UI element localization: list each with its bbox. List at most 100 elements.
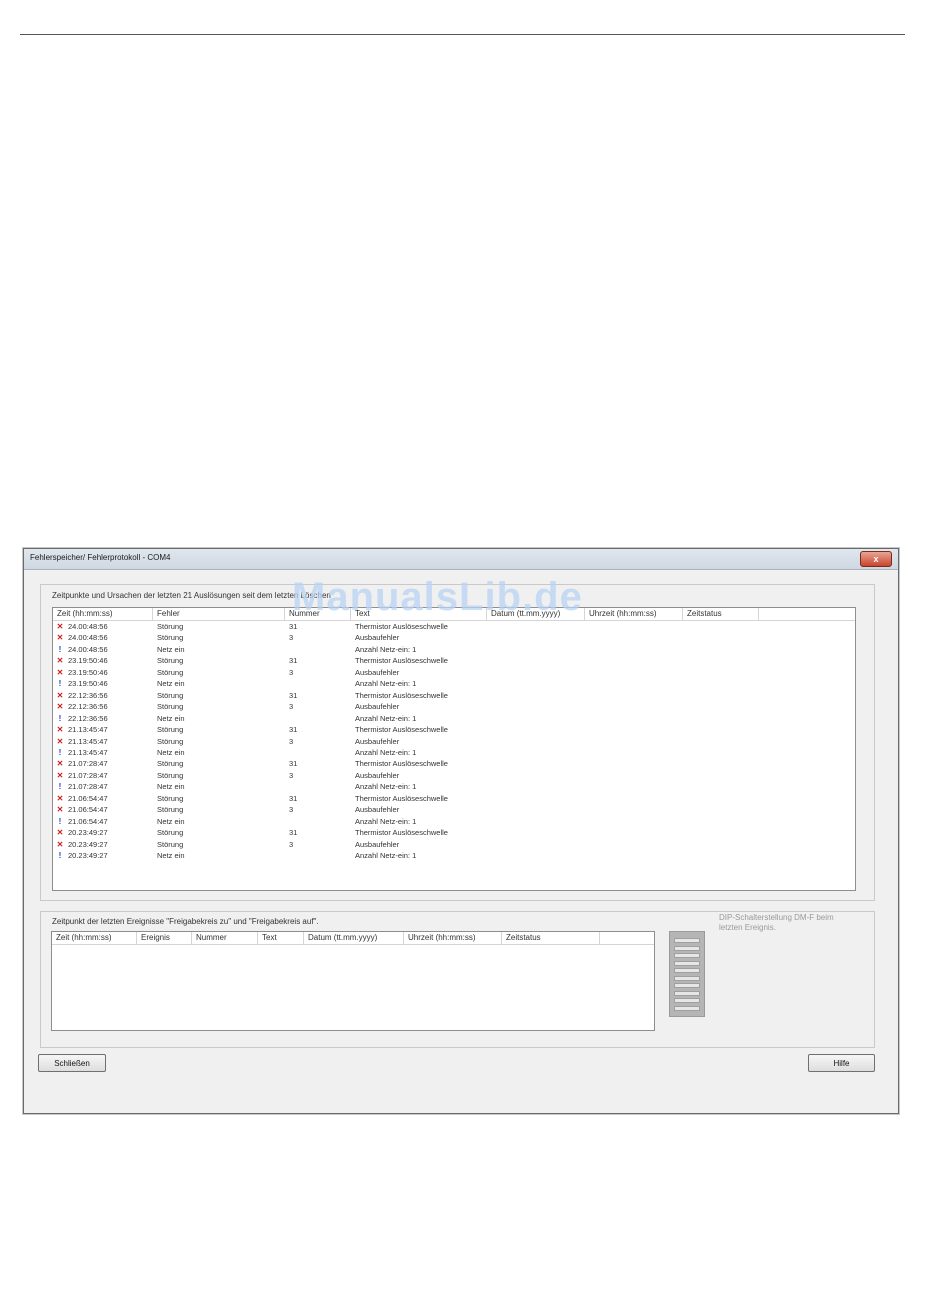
error-icon: ✕ xyxy=(56,633,64,643)
close-button[interactable]: Schließen xyxy=(38,1054,106,1072)
cell-text: Thermistor Auslöseschwelle xyxy=(355,793,448,803)
column-header-time-status[interactable]: Zeitstatus xyxy=(683,608,759,620)
cell-text: Thermistor Auslöseschwelle xyxy=(355,656,448,666)
table-row[interactable]: ✕ 21.06:54:47 Störung 3 Ausbaufehler xyxy=(53,804,855,815)
table-row[interactable]: ✕ 20.23:49:27 Störung 31 Thermistor Auslöses… xyxy=(53,827,855,838)
info-icon: ! xyxy=(58,679,62,689)
cell-time: 21.13:45:47 xyxy=(68,747,108,757)
column-header-time[interactable]: Zeit (hh:mm:ss) xyxy=(53,608,153,620)
title-bar[interactable]: Fehlerspeicher/ Fehlerprotokoll - COM4 x xyxy=(24,549,898,570)
column-header-event[interactable]: Ereignis xyxy=(137,932,192,944)
column-header-fault[interactable]: Fehler xyxy=(153,608,285,620)
column-header-date[interactable]: Datum (tt.mm.yyyy) xyxy=(304,932,404,944)
cell-number: 3 xyxy=(289,839,294,849)
cell-text: Thermistor Auslöseschwelle xyxy=(355,690,448,700)
cell-number: 3 xyxy=(289,736,294,746)
cell-text: Thermistor Auslöseschwelle xyxy=(355,828,448,838)
table-row[interactable]: ✕ 22.12:36:56 Störung 31 Thermistor Auslöses… xyxy=(53,690,855,701)
info-icon: ! xyxy=(58,713,62,723)
dip-switch xyxy=(674,983,700,988)
cell-number: 31 xyxy=(289,793,298,803)
error-icon: ✕ xyxy=(56,805,64,815)
table-row[interactable]: ✕ 24.00:48:56 Störung 3 Ausbaufehler xyxy=(53,632,855,643)
dip-switch xyxy=(674,990,700,996)
table-row[interactable]: ! 20.23:49:27 Netz ein Anzahl Netz-ein: 1 xyxy=(53,850,855,861)
cell-number: 3 xyxy=(289,702,294,712)
cell-time: 21.07:28:47 xyxy=(68,770,108,780)
column-header-time-status[interactable]: Zeitstatus xyxy=(502,932,600,944)
cell-number: 31 xyxy=(289,759,298,769)
cell-time: 23.19:50:46 xyxy=(68,656,108,666)
table-row[interactable]: ✕ 22.12:36:56 Störung 3 Ausbaufehler xyxy=(53,701,855,712)
table-row[interactable]: ✕ 23.19:50:46 Störung 3 Ausbaufehler xyxy=(53,667,855,678)
table-row[interactable]: ! 24.00:48:56 Netz ein Anzahl Netz-ein: 1 xyxy=(53,644,855,655)
events-list[interactable]: Zeit (hh:mm:ss) Ereignis Nummer Text Dat… xyxy=(51,931,655,1031)
column-header-clock-time[interactable]: Uhrzeit (hh:mm:ss) xyxy=(585,608,683,620)
column-header-text[interactable]: Text xyxy=(258,932,304,944)
dip-switch-caption: DIP-Schalterstellung DM-F beim letzten E… xyxy=(719,913,834,932)
column-header-number[interactable]: Nummer xyxy=(192,932,258,944)
table-row[interactable]: ! 21.13:45:47 Netz ein Anzahl Netz-ein: 1 xyxy=(53,747,855,758)
fault-log-header: Zeit (hh:mm:ss) Fehler Nummer Text Datum… xyxy=(53,608,855,621)
table-row[interactable]: ! 23.19:50:46 Netz ein Anzahl Netz-ein: 1 xyxy=(53,678,855,689)
page-top-rule xyxy=(20,34,905,35)
cell-time: 20.23:49:27 xyxy=(68,851,108,860)
cell-time: 21.07:28:47 xyxy=(68,782,108,792)
info-icon: ! xyxy=(58,747,62,757)
table-row[interactable]: ✕ 21.06:54:47 Störung 31 Thermistor Auslöses… xyxy=(53,793,855,804)
table-row[interactable]: ✕ 20.23:49:27 Störung 3 Ausbaufehler xyxy=(53,839,855,850)
error-icon: ✕ xyxy=(56,793,64,803)
cell-text: Anzahl Netz-ein: 1 xyxy=(355,644,417,654)
error-icon: ✕ xyxy=(56,736,64,746)
fault-log-list[interactable]: Zeit (hh:mm:ss) Fehler Nummer Text Datum… xyxy=(52,607,856,891)
cell-time: 21.13:45:47 xyxy=(68,725,108,735)
cell-number: 31 xyxy=(289,725,298,735)
cell-number: 3 xyxy=(289,805,294,815)
cell-time: 21.06:54:47 xyxy=(68,805,108,815)
cell-time: 20.23:49:27 xyxy=(68,839,108,849)
cell-fault: Störung xyxy=(157,690,184,700)
table-row[interactable]: ! 22.12:36:56 Netz ein Anzahl Netz-ein: 1 xyxy=(53,713,855,724)
dip-switch-panel xyxy=(669,931,705,1017)
error-icon: ✕ xyxy=(56,702,64,712)
error-icon: ✕ xyxy=(56,839,64,849)
dip-switch xyxy=(674,998,700,1003)
cell-time: 23.19:50:46 xyxy=(68,679,108,689)
dip-switch xyxy=(674,975,700,981)
cell-time: 23.19:50:46 xyxy=(68,667,108,677)
cell-fault: Störung xyxy=(157,736,184,746)
info-icon: ! xyxy=(58,851,62,860)
column-header-number[interactable]: Nummer xyxy=(285,608,351,620)
column-header-date[interactable]: Datum (tt.mm.yyyy) xyxy=(487,608,585,620)
close-window-button[interactable]: x xyxy=(860,551,892,567)
cell-time: 21.06:54:47 xyxy=(68,816,108,826)
table-row[interactable]: ✕ 21.07:28:47 Störung 31 Thermistor Auslöses… xyxy=(53,758,855,769)
table-row[interactable]: ! 21.06:54:47 Netz ein Anzahl Netz-ein: 1 xyxy=(53,816,855,827)
info-icon: ! xyxy=(58,644,62,654)
dip-switch xyxy=(674,1005,700,1011)
cell-fault: Störung xyxy=(157,759,184,769)
cell-text: Ausbaufehler xyxy=(355,839,400,849)
cell-text: Anzahl Netz-ein: 1 xyxy=(355,851,417,860)
cell-number: 31 xyxy=(289,622,298,631)
cell-text: Anzahl Netz-ein: 1 xyxy=(355,679,417,689)
info-icon: ! xyxy=(58,816,62,826)
cell-fault: Netz ein xyxy=(157,679,185,689)
cell-fault: Netz ein xyxy=(157,782,185,792)
table-row[interactable]: ✕ 21.07:28:47 Störung 3 Ausbaufehler xyxy=(53,770,855,781)
cell-fault: Störung xyxy=(157,828,184,838)
dip-switch xyxy=(674,960,700,966)
column-header-clock-time[interactable]: Uhrzeit (hh:mm:ss) xyxy=(404,932,502,944)
table-row[interactable]: ✕ 21.13:45:47 Störung 31 Thermistor Auslöses… xyxy=(53,724,855,735)
table-row[interactable]: ✕ 23.19:50:46 Störung 31 Thermistor Auslöses… xyxy=(53,655,855,666)
table-row[interactable]: ✕ 24.00:48:56 Störung 31 Thermistor Auslöses… xyxy=(53,621,855,632)
column-header-text[interactable]: Text xyxy=(351,608,487,620)
dip-switch xyxy=(674,938,700,943)
table-row[interactable]: ✕ 21.13:45:47 Störung 3 Ausbaufehler xyxy=(53,736,855,747)
table-row[interactable]: ! 21.07:28:47 Netz ein Anzahl Netz-ein: 1 xyxy=(53,781,855,792)
column-header-time[interactable]: Zeit (hh:mm:ss) xyxy=(52,932,137,944)
cell-text: Ausbaufehler xyxy=(355,633,400,643)
help-button[interactable]: Hilfe xyxy=(808,1054,875,1072)
fault-log-group-title: Zeitpunkte und Ursachen der letzten 21 A… xyxy=(52,591,331,600)
cell-fault: Störung xyxy=(157,793,184,803)
